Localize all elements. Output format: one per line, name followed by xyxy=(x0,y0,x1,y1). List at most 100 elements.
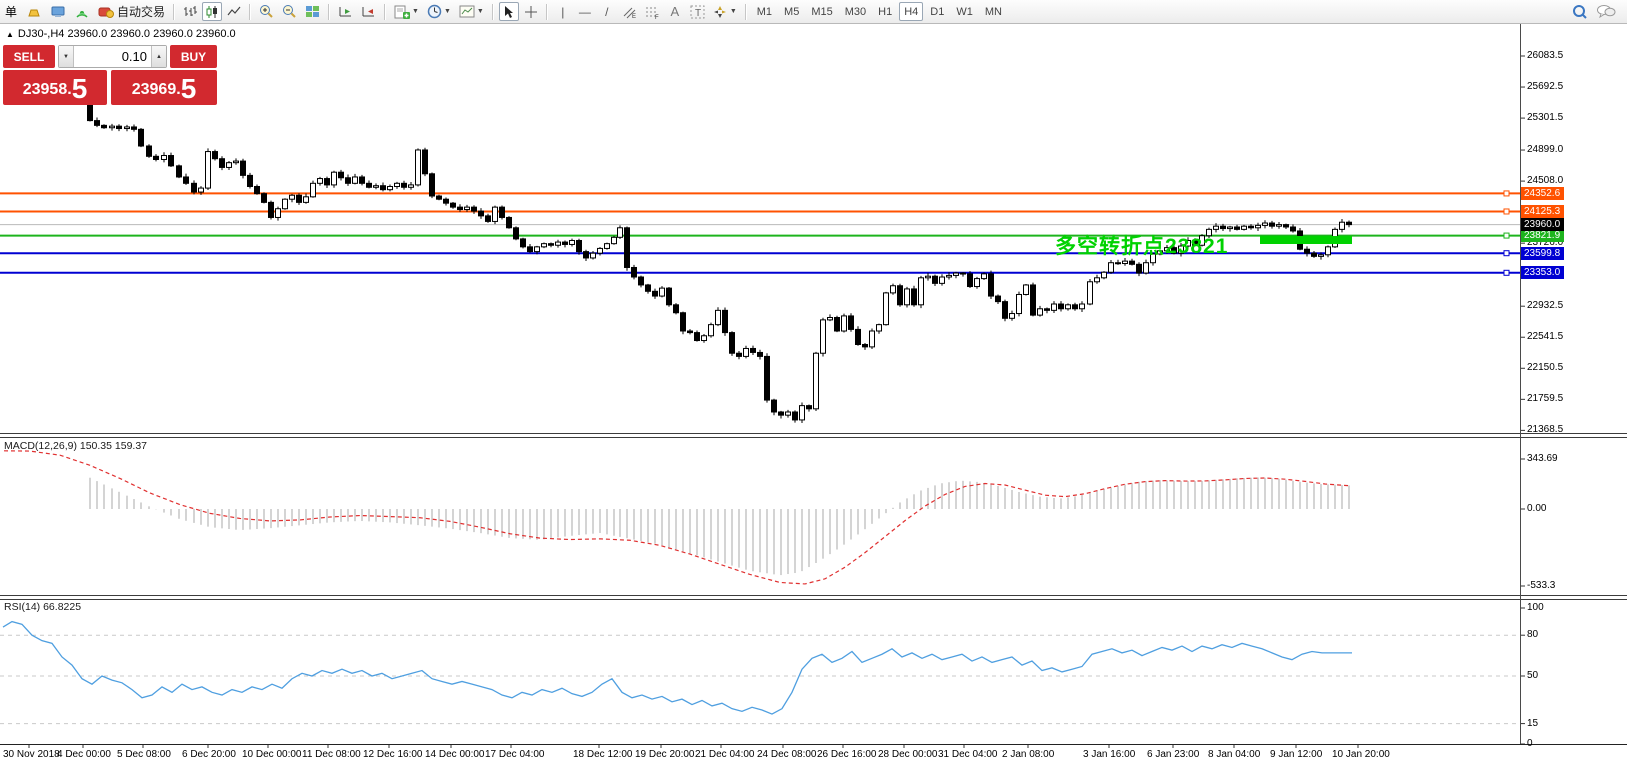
chart-annotation-text[interactable]: 多空转折点23821 xyxy=(1055,230,1228,260)
fibonacci-tool[interactable]: F xyxy=(642,2,663,21)
signal-icon[interactable] xyxy=(71,2,93,21)
chart-shift-icon[interactable] xyxy=(335,2,356,21)
rsi-indicator-label: RSI(14) 66.8225 xyxy=(4,601,82,613)
autotrading-label: 自动交易 xyxy=(117,5,166,19)
candle-body xyxy=(282,198,288,210)
auto-scroll-icon[interactable] xyxy=(358,2,379,21)
candle-body xyxy=(666,287,672,306)
candle-body xyxy=(562,241,568,245)
macd-pane-divider[interactable] xyxy=(0,433,1627,438)
candle-body xyxy=(911,288,917,306)
candlestick-chart-icon[interactable] xyxy=(202,2,223,21)
candle-body xyxy=(729,332,735,354)
zoom-in-icon[interactable] xyxy=(256,2,277,21)
candle-body xyxy=(708,324,714,337)
sell-price[interactable]: 23958. 5 xyxy=(3,70,107,105)
chart-canvas[interactable] xyxy=(0,0,1627,768)
candle-body xyxy=(506,216,512,229)
arrows-tool[interactable]: ▼ xyxy=(710,2,740,21)
price-tick-label: 24508.0 xyxy=(1527,175,1564,187)
order-menu-label[interactable]: 单 xyxy=(1,2,21,21)
level-price-label: 23353.0 xyxy=(1521,266,1565,280)
autotrading-button[interactable]: 自动交易 xyxy=(95,2,168,21)
candle-body xyxy=(457,206,463,211)
new-order-dropdown-arrow[interactable]: ▼ xyxy=(412,8,419,15)
candle-body xyxy=(1255,224,1261,229)
template-icon[interactable]: ▼ xyxy=(456,2,487,21)
vertical-line-tool[interactable]: | xyxy=(553,2,573,21)
candle-body xyxy=(904,288,910,306)
timeframe-button-mn[interactable]: MN xyxy=(980,2,1007,21)
zoom-out-icon[interactable] xyxy=(279,2,300,21)
candle-body xyxy=(191,182,197,193)
candle-body xyxy=(569,239,575,245)
candle-body xyxy=(701,335,707,342)
text-tool[interactable]: A xyxy=(665,2,685,21)
timeframe-button-m5[interactable]: M5 xyxy=(779,2,804,21)
timeframe-button-m1[interactable]: M1 xyxy=(752,2,777,21)
period-clock-icon[interactable]: ▼ xyxy=(424,2,454,21)
candle-body xyxy=(869,330,875,348)
candle-body xyxy=(116,125,122,130)
text-label-tool[interactable]: T xyxy=(687,2,708,21)
line-chart-icon[interactable] xyxy=(224,2,244,21)
time-axis-label: 28 Dec 00:00 xyxy=(878,749,938,760)
candle-body xyxy=(953,272,959,276)
candle-body xyxy=(168,155,174,167)
price-tick-label: 21368.5 xyxy=(1527,424,1564,436)
highlight-rectangle-object[interactable] xyxy=(1260,236,1352,244)
volume-up-button[interactable]: ▲ xyxy=(151,46,166,67)
candle-body xyxy=(1304,248,1310,254)
buy-button[interactable]: BUY xyxy=(170,45,217,68)
time-axis-label: 30 Nov 2018 xyxy=(3,749,60,760)
new-order-ingot-icon[interactable] xyxy=(23,2,45,21)
hline-handle[interactable] xyxy=(1503,250,1510,257)
candle-body xyxy=(101,124,107,129)
timeframe-button-w1[interactable]: W1 xyxy=(951,2,978,21)
timeframe-button-m15[interactable]: M15 xyxy=(806,2,837,21)
channel-tool[interactable]: E xyxy=(619,2,640,21)
hline-handle[interactable] xyxy=(1503,208,1510,215)
sell-button[interactable]: SELL xyxy=(3,45,55,68)
chat-icon[interactable] xyxy=(1593,2,1619,21)
rsi-axis-label: 100 xyxy=(1527,602,1544,613)
horizontal-line-tool[interactable]: — xyxy=(575,2,595,21)
candle-body xyxy=(967,273,973,288)
candle-body xyxy=(219,158,225,168)
hline-handle[interactable] xyxy=(1503,190,1510,197)
candle-body xyxy=(254,185,260,195)
hline-handle[interactable] xyxy=(1503,232,1510,239)
cursor-tool[interactable] xyxy=(498,2,519,21)
time-axis-label: 11 Dec 08:00 xyxy=(302,749,361,760)
new-order-button[interactable]: ▼ xyxy=(391,2,422,21)
rsi-pane-divider[interactable] xyxy=(0,595,1627,600)
timeframe-button-d1[interactable]: D1 xyxy=(925,2,949,21)
hline-handle[interactable] xyxy=(1503,269,1510,276)
trendline-tool[interactable]: / xyxy=(597,2,617,21)
candle-body xyxy=(1108,262,1114,273)
timeframe-button-h1[interactable]: H1 xyxy=(873,2,897,21)
bar-chart-icon[interactable] xyxy=(180,2,200,21)
candle-body xyxy=(848,315,854,330)
tile-windows-icon[interactable] xyxy=(302,2,323,21)
candle-body xyxy=(534,246,540,253)
crosshair-tool[interactable] xyxy=(521,2,541,21)
candle-body xyxy=(590,252,596,259)
template-dropdown-arrow[interactable]: ▼ xyxy=(477,8,484,15)
buy-price[interactable]: 23969. 5 xyxy=(111,70,217,105)
candle-body xyxy=(750,347,756,353)
volume-input[interactable]: 0.10 xyxy=(74,46,151,67)
collapse-marker-icon[interactable]: ▲ xyxy=(6,30,14,39)
terminal-icon[interactable] xyxy=(47,2,69,21)
candle-body xyxy=(109,125,115,129)
candle-body xyxy=(862,343,868,348)
candle-body xyxy=(1234,226,1240,230)
period-dropdown-arrow[interactable]: ▼ xyxy=(444,8,451,15)
chart-title-text: DJ30-,H4 23960.0 23960.0 23960.0 23960.0 xyxy=(17,28,236,40)
timeframe-button-m30[interactable]: M30 xyxy=(840,2,871,21)
candle-body xyxy=(492,206,498,222)
timeframe-button-h4[interactable]: H4 xyxy=(899,2,924,21)
arrows-dropdown-arrow[interactable]: ▼ xyxy=(730,8,737,15)
volume-down-button[interactable]: ▼ xyxy=(59,46,74,67)
search-icon[interactable] xyxy=(1569,2,1591,21)
